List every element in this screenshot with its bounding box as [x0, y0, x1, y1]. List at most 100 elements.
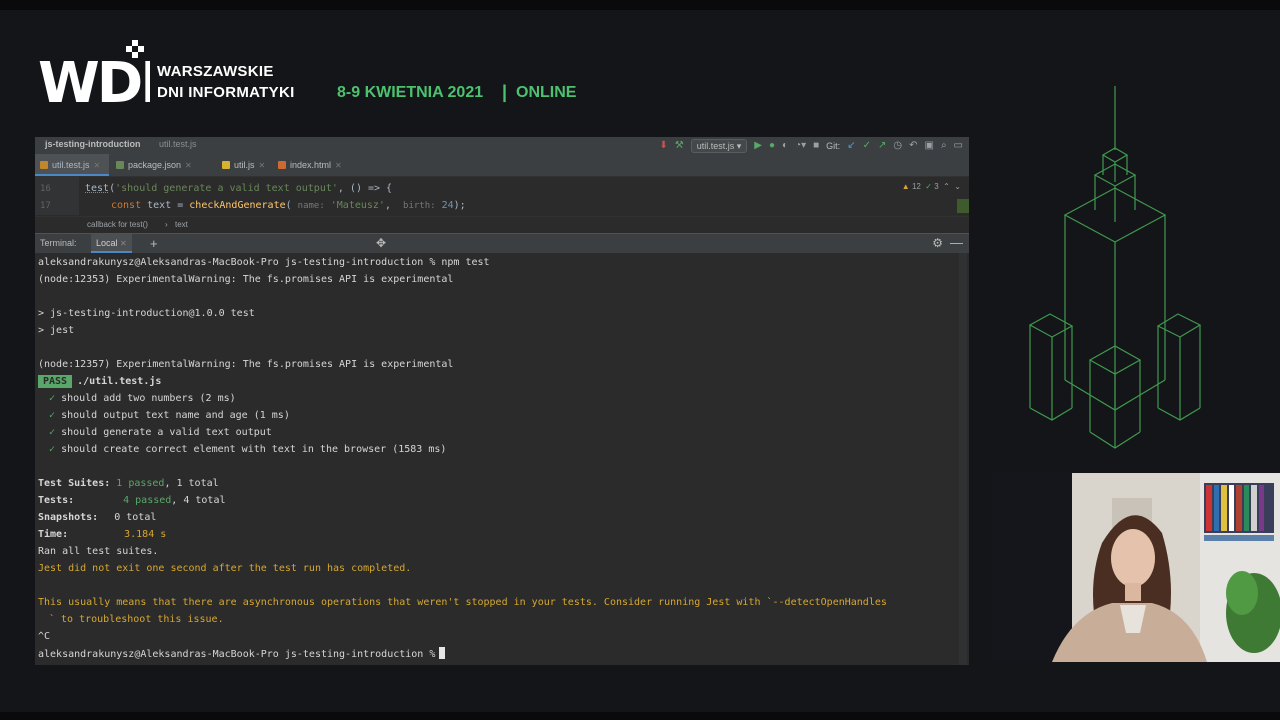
brand-line-1: WARSZAWSKIE: [157, 63, 274, 80]
breadcrumb-separator: ›: [165, 220, 168, 229]
git-label: Git:: [826, 140, 841, 151]
terminal-line: (node:12357) ExperimentalWarning: The fs…: [38, 359, 454, 370]
minimize-icon[interactable]: —: [950, 235, 963, 250]
event-separator: |: [502, 82, 508, 102]
warning-icon: ▲: [901, 182, 910, 191]
text-cursor: [439, 647, 446, 659]
close-icon[interactable]: ✕: [185, 161, 192, 170]
bottom-letterbox: [0, 712, 1280, 720]
event-mode: ONLINE: [516, 84, 577, 101]
coverage-icon[interactable]: ◐: [782, 140, 788, 151]
summary-tests: Tests: 4 passed, 4 total: [38, 495, 226, 506]
breadcrumb-item[interactable]: callback for test(): [87, 220, 148, 229]
html-file-icon: [278, 161, 286, 169]
terminal-label: Terminal:: [40, 238, 77, 248]
close-icon[interactable]: ✕: [94, 161, 101, 170]
editor-tabs: util.test.js ✕ package.json ✕ util.js ✕ ind…: [35, 154, 969, 177]
stop-icon[interactable]: ■: [813, 140, 819, 151]
brand-line-2: DNI INFORMATYKI: [157, 84, 295, 101]
async-warning: This usually means that there are asynch…: [38, 597, 887, 608]
code-line-17[interactable]: const text = checkAndGenerate( name: 'Ma…: [111, 200, 466, 211]
event-date: 8-9 KWIETNIA 2021: [337, 84, 484, 101]
git-push-icon[interactable]: ↗: [878, 140, 886, 151]
check-icon: ✓: [49, 393, 56, 404]
debug-icon[interactable]: ●: [769, 140, 775, 151]
test-result: ✓ should add two numbers (2 ms): [49, 393, 236, 404]
editor-scroll-marker: [957, 199, 969, 213]
tab-util-test[interactable]: util.test.js ✕: [35, 154, 109, 176]
test-result: ✓ should create correct element with tex…: [49, 444, 447, 455]
wdi-logo: WDI: [38, 40, 150, 106]
project-name[interactable]: js-testing-introduction: [45, 139, 141, 149]
terminal-header: Terminal: Local ✕ + ✥ ⚙ —: [35, 233, 969, 253]
jest-warning: Jest did not exit one second after the t…: [38, 563, 412, 574]
test-file-icon: [40, 161, 48, 169]
presentation-icon[interactable]: ▭: [954, 140, 963, 151]
line-number: 16: [40, 184, 51, 194]
profile-icon[interactable]: ◔▾: [795, 140, 806, 151]
async-warning: ` to troubleshoot this issue.: [49, 614, 224, 625]
palace-of-culture-icon: [1028, 86, 1202, 449]
close-icon[interactable]: ✕: [120, 239, 127, 248]
breadcrumb-item[interactable]: text: [175, 220, 188, 229]
top-letterbox: [0, 0, 1280, 10]
titlebar-file[interactable]: util.test.js: [159, 139, 197, 149]
chevron-down-icon[interactable]: ⌄: [954, 182, 961, 191]
toolbar: ⬇ ⚒ util.test.js ▾ ▶ ● ◐ ◔▾ ■ Git: ↙ ✓ ↗…: [659, 138, 963, 153]
line-number: 17: [40, 201, 51, 211]
close-icon[interactable]: ✕: [259, 161, 266, 170]
project-structure-icon[interactable]: ▣: [924, 140, 933, 151]
undo-icon[interactable]: ↶: [909, 140, 917, 151]
summary-time: Time: 3.184 s: [38, 529, 167, 540]
search-everywhere-icon[interactable]: ⌕: [941, 140, 947, 151]
tab-util-js[interactable]: util.js ✕: [217, 154, 269, 176]
webcam-video: [992, 473, 1280, 662]
terminal-line: aleksandrakunysz@Aleksandras-MacBook-Pro…: [38, 257, 490, 268]
terminal-line: ^C: [38, 631, 51, 642]
param-hint: name:: [297, 201, 325, 211]
param-hint: birth:: [403, 201, 436, 211]
new-terminal-icon[interactable]: +: [150, 236, 158, 251]
terminal-line: Ran all test suites.: [38, 546, 159, 557]
logo-text: WDI: [38, 51, 150, 106]
git-commit-icon[interactable]: ✓: [863, 140, 871, 151]
check-icon: ✓: [49, 410, 56, 421]
summary-suites: Test Suites: 1 passed, 1 total: [38, 478, 219, 489]
history-icon[interactable]: ◷: [893, 140, 902, 151]
git-update-icon[interactable]: ↙: [847, 140, 855, 151]
pass-badge: PASS: [38, 375, 73, 388]
inspections-widget[interactable]: ▲ 12 ✓ 3 ⌃ ⌄: [902, 182, 961, 191]
build-icon[interactable]: ⚒: [675, 140, 684, 151]
terminal-line: > js-testing-introduction@1.0.0 test: [38, 308, 255, 319]
ide-titlebar: js-testing-introduction util.test.js ⬇ ⚒…: [35, 137, 969, 154]
terminal-tab-local[interactable]: Local ✕: [91, 234, 132, 253]
line-gutter: 16 17: [35, 177, 79, 215]
terminal-line: PASS ./util.test.js: [38, 375, 161, 388]
close-icon[interactable]: ✕: [335, 161, 342, 170]
terminal-output[interactable]: aleksandrakunysz@Aleksandras-MacBook-Pro…: [35, 253, 957, 665]
code-editor[interactable]: 16 17 test('should generate a valid text…: [35, 177, 969, 215]
move-cursor-icon: ✥: [376, 236, 387, 250]
test-result: ✓ should output text name and age (1 ms): [49, 410, 290, 421]
breadcrumb: callback for test() › text: [35, 216, 969, 233]
check-icon: ✓: [49, 444, 56, 455]
terminal-prompt[interactable]: aleksandrakunysz@Aleksandras-MacBook-Pro…: [38, 647, 446, 661]
json-file-icon: [116, 161, 124, 169]
gear-icon[interactable]: ⚙: [932, 236, 943, 250]
play-icon[interactable]: ▶: [754, 140, 762, 151]
check-icon: ✓: [49, 427, 56, 438]
summary-snapshots: Snapshots: 0 total: [38, 512, 157, 523]
test-result: ✓ should generate a valid text output: [49, 427, 272, 438]
ide-window: js-testing-introduction util.test.js ⬇ ⚒…: [35, 137, 969, 665]
record-icon[interactable]: ⬇: [659, 140, 667, 151]
terminal-line: (node:12353) ExperimentalWarning: The fs…: [38, 274, 454, 285]
code-line-16[interactable]: test('should generate a valid text outpu…: [85, 183, 392, 194]
terminal-line: > jest: [38, 325, 75, 336]
chevron-up-icon[interactable]: ⌃: [943, 182, 950, 191]
js-file-icon: [222, 161, 230, 169]
run-config-select[interactable]: util.test.js ▾: [690, 138, 748, 153]
check-icon: ✓: [925, 182, 932, 191]
tab-package-json[interactable]: package.json ✕: [111, 154, 196, 176]
tab-index-html[interactable]: index.html ✕: [273, 154, 346, 176]
terminal-scrollbar[interactable]: [959, 253, 967, 665]
